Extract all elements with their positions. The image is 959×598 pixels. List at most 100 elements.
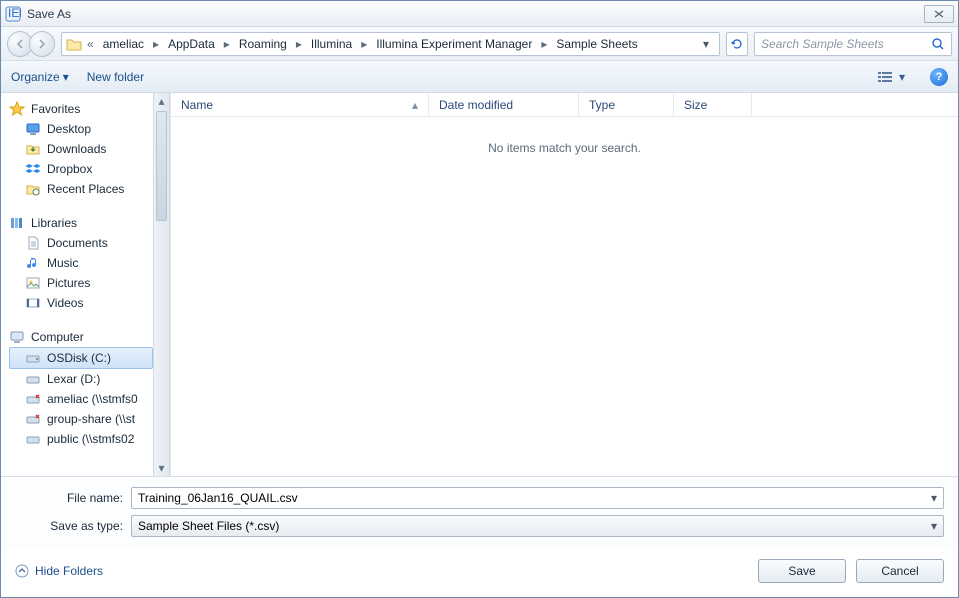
chevron-right-icon: ▸ xyxy=(538,37,550,51)
tree-item-videos[interactable]: Videos xyxy=(9,293,153,313)
nav-buttons xyxy=(7,31,55,57)
computer-header[interactable]: Computer xyxy=(9,327,153,347)
breadcrumb-overflow[interactable]: « xyxy=(84,37,97,51)
collapse-icon xyxy=(15,564,29,578)
tree-item-label: OSDisk (C:) xyxy=(47,351,111,365)
computer-icon xyxy=(9,329,25,345)
tree-item-network-drive[interactable]: public (\\stmfs02 xyxy=(9,429,153,449)
downloads-icon xyxy=(25,141,41,157)
hide-folders-label: Hide Folders xyxy=(35,564,103,578)
breadcrumb-item[interactable]: ameliac xyxy=(99,35,148,53)
chevron-right-icon: ▸ xyxy=(150,37,162,51)
savetype-combo[interactable]: Sample Sheet Files (*.csv) ▾ xyxy=(131,515,944,537)
videos-icon xyxy=(25,295,41,311)
chevron-down-icon[interactable]: ▾ xyxy=(931,491,937,505)
search-input[interactable] xyxy=(761,37,931,51)
svg-text:IEM: IEM xyxy=(8,6,21,20)
music-icon xyxy=(25,255,41,271)
tree-item-label: Desktop xyxy=(47,122,91,136)
breadcrumb-item[interactable]: AppData xyxy=(164,35,219,53)
tree-item-osdisk[interactable]: OSDisk (C:) xyxy=(9,347,153,369)
breadcrumb-item[interactable]: Illumina Experiment Manager xyxy=(372,35,536,53)
sort-indicator-icon: ▴ xyxy=(412,98,418,112)
tree-item-music[interactable]: Music xyxy=(9,253,153,273)
tree-item-network-drive[interactable]: ameliac (\\stmfs0 xyxy=(9,389,153,409)
tree-item-network-drive[interactable]: group-share (\\st xyxy=(9,409,153,429)
forward-button[interactable] xyxy=(29,31,55,57)
column-date[interactable]: Date modified xyxy=(429,93,579,116)
tree-label: Libraries xyxy=(31,216,77,230)
address-bar[interactable]: « ameliac ▸ AppData ▸ Roaming ▸ Illumina… xyxy=(61,32,720,56)
column-label: Name xyxy=(181,98,213,112)
chevron-down-icon: ▾ xyxy=(899,70,905,84)
recent-icon xyxy=(25,181,41,197)
filename-label: File name: xyxy=(15,491,131,505)
help-button[interactable]: ? xyxy=(930,68,948,86)
filename-field[interactable]: ▾ xyxy=(131,487,944,509)
scrollbar-thumb[interactable] xyxy=(156,111,167,221)
libraries-header[interactable]: Libraries xyxy=(9,213,153,233)
tree-item-downloads[interactable]: Downloads xyxy=(9,139,153,159)
tree-item-documents[interactable]: Documents xyxy=(9,233,153,253)
breadcrumb-item[interactable]: Illumina xyxy=(307,35,356,53)
tree-item-lexar[interactable]: Lexar (D:) xyxy=(9,369,153,389)
tree-item-label: Documents xyxy=(47,236,108,250)
dropbox-icon xyxy=(25,161,41,177)
drive-icon xyxy=(25,371,41,387)
tree-item-desktop[interactable]: Desktop xyxy=(9,119,153,139)
drive-icon xyxy=(25,350,41,366)
save-button[interactable]: Save xyxy=(758,559,846,583)
column-type[interactable]: Type xyxy=(579,93,674,116)
navigation-tree: Favorites Desktop Downloads Dropbox Rece… xyxy=(1,93,153,476)
hide-folders-button[interactable]: Hide Folders xyxy=(15,564,103,578)
tree-scrollbar[interactable]: ▴ ▾ xyxy=(153,93,170,476)
cancel-button[interactable]: Cancel xyxy=(856,559,944,583)
column-label: Date modified xyxy=(439,98,513,112)
toolbar: Organize ▾ New folder ▾ ? xyxy=(1,61,958,93)
scroll-up-icon[interactable]: ▴ xyxy=(154,93,169,109)
pictures-icon xyxy=(25,275,41,291)
dialog-footer: Hide Folders Save Cancel xyxy=(1,549,958,597)
document-icon xyxy=(25,235,41,251)
column-name[interactable]: Name ▴ xyxy=(171,93,429,116)
tree-item-label: Pictures xyxy=(47,276,90,290)
filename-input[interactable] xyxy=(138,491,931,505)
tree-item-dropbox[interactable]: Dropbox xyxy=(9,159,153,179)
tree-item-label: Dropbox xyxy=(47,162,92,176)
network-drive-icon xyxy=(25,411,41,427)
address-dropdown[interactable]: ▾ xyxy=(697,37,715,51)
tree-item-label: ameliac (\\stmfs0 xyxy=(47,392,138,406)
tree-item-label: Recent Places xyxy=(47,182,124,196)
refresh-button[interactable] xyxy=(726,32,748,56)
favorites-group: Favorites Desktop Downloads Dropbox Rece… xyxy=(9,99,153,199)
titlebar: IEM Save As xyxy=(1,1,958,27)
close-button[interactable] xyxy=(924,5,954,23)
network-drive-icon xyxy=(25,431,41,447)
column-label: Type xyxy=(589,98,615,112)
search-box[interactable] xyxy=(754,32,952,56)
tree-item-label: public (\\stmfs02 xyxy=(47,432,134,446)
column-label: Size xyxy=(684,98,707,112)
view-options-button[interactable]: ▾ xyxy=(870,66,912,88)
column-size[interactable]: Size xyxy=(674,93,752,116)
tree-item-label: Music xyxy=(47,256,78,270)
breadcrumb-item[interactable]: Roaming xyxy=(235,35,291,53)
close-icon xyxy=(933,9,945,19)
scroll-down-icon[interactable]: ▾ xyxy=(154,460,169,476)
breadcrumb-item[interactable]: Sample Sheets xyxy=(552,35,641,53)
new-folder-button[interactable]: New folder xyxy=(87,70,144,84)
filename-row: File name: ▾ xyxy=(15,487,944,509)
main-area: Favorites Desktop Downloads Dropbox Rece… xyxy=(1,93,958,476)
organize-button[interactable]: Organize ▾ xyxy=(11,70,69,84)
chevron-down-icon: ▾ xyxy=(931,519,937,533)
libraries-group: Libraries Documents Music Pictures Video… xyxy=(9,213,153,313)
tree-item-recent[interactable]: Recent Places xyxy=(9,179,153,199)
refresh-icon xyxy=(730,37,744,51)
tree-label: Favorites xyxy=(31,102,80,116)
window-title: Save As xyxy=(27,7,71,21)
favorites-header[interactable]: Favorites xyxy=(9,99,153,119)
tree-item-pictures[interactable]: Pictures xyxy=(9,273,153,293)
empty-message: No items match your search. xyxy=(171,117,958,476)
app-icon: IEM xyxy=(5,6,21,22)
tree-item-label: Videos xyxy=(47,296,83,310)
